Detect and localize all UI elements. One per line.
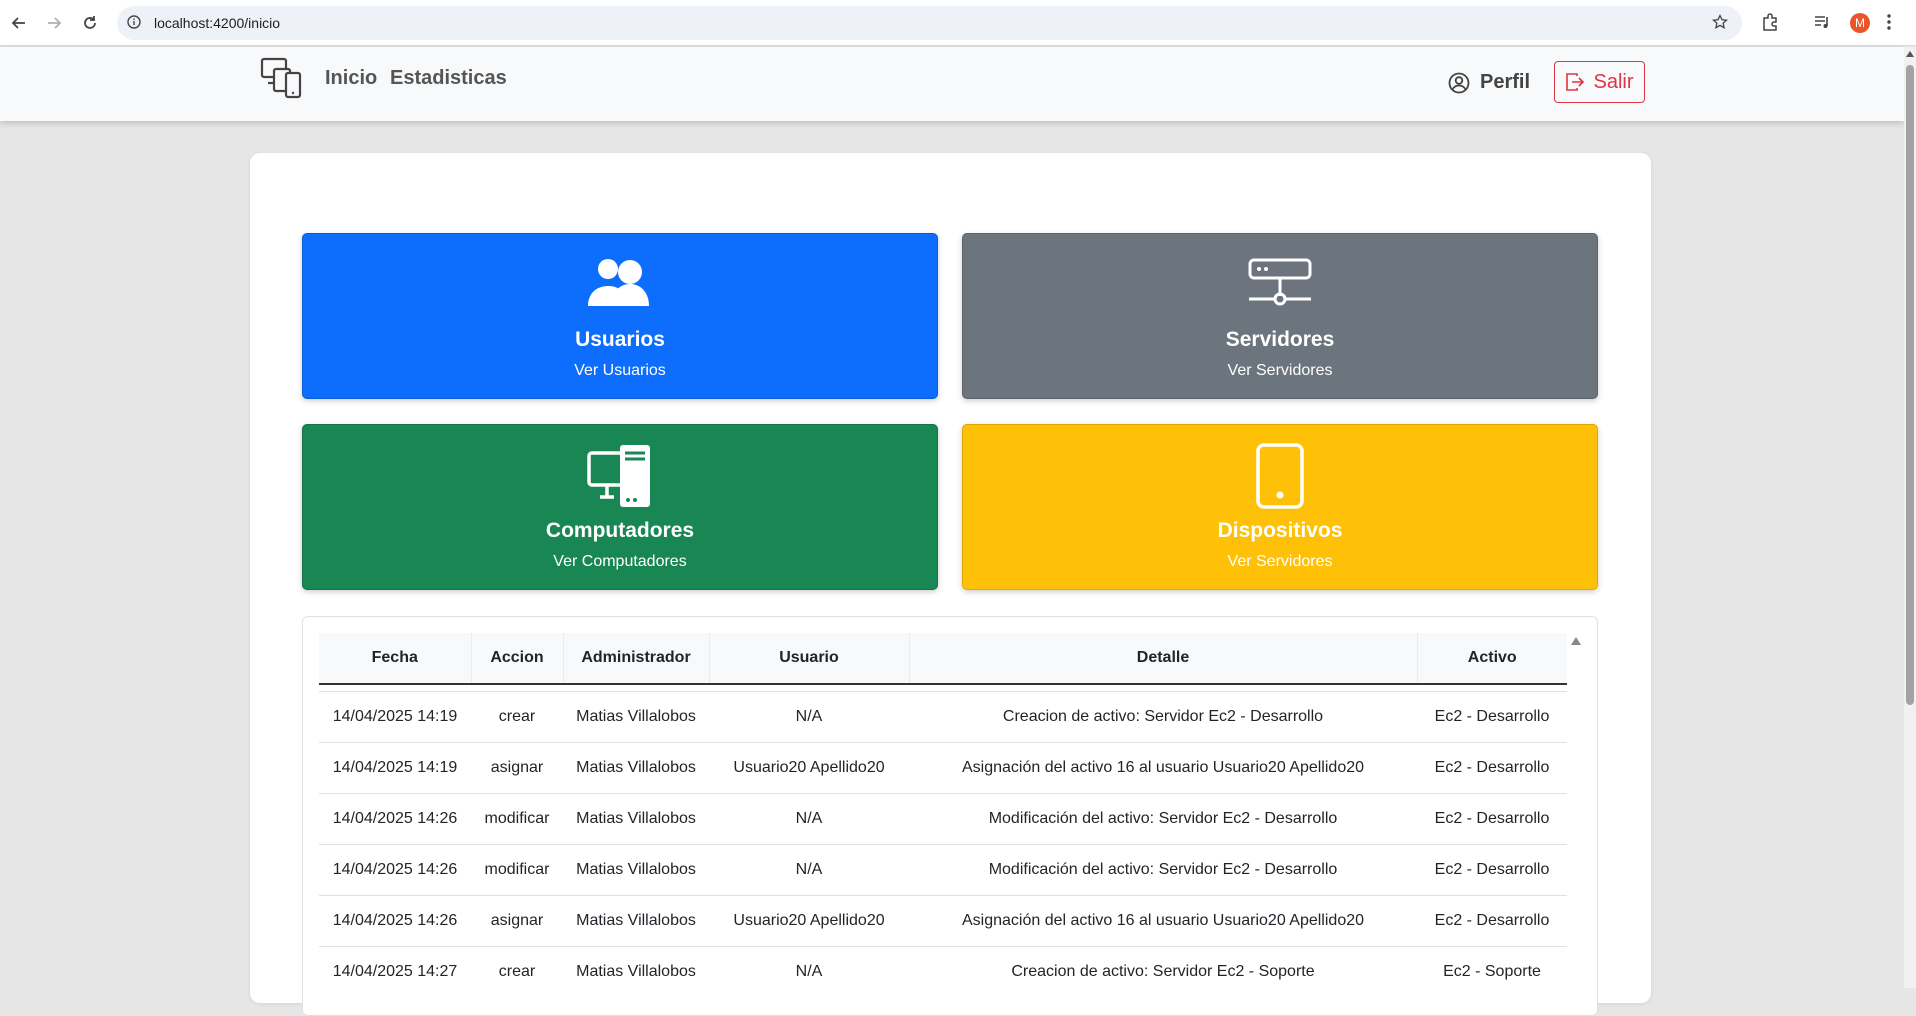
cell-detalle: Modificación del activo: Servidor Ec2 - …: [909, 844, 1417, 896]
nav-link-estadisticas[interactable]: Estadisticas: [390, 67, 507, 90]
column-header-detalle[interactable]: Detalle: [909, 633, 1418, 685]
cell-fecha: 14/04/2025 14:26: [319, 793, 471, 845]
tile-title: Servidores: [1225, 328, 1335, 351]
cell-administrador: Matias Villalobos: [563, 844, 709, 896]
cell-fecha: 14/04/2025 14:19: [319, 691, 471, 743]
table-row: 14/04/2025 14:26 modificar Matias Villal…: [319, 793, 1567, 845]
cell-activo: Ec2 - Desarrollo: [1417, 691, 1567, 743]
cell-detalle: Asignación del activo 16 al usuario Usua…: [909, 742, 1417, 794]
cell-detalle: Creacion de activo: Servidor Ec2 - Desar…: [909, 691, 1417, 743]
cell-fecha: 14/04/2025 14:27: [319, 946, 471, 997]
table-row: 14/04/2025 14:19 asignar Matias Villalob…: [319, 742, 1567, 794]
browser-menu-icon[interactable]: [1886, 12, 1892, 37]
media-controls-icon[interactable]: [1812, 12, 1832, 37]
cell-activo: Ec2 - Desarrollo: [1417, 844, 1567, 896]
nav-link-inicio[interactable]: Inicio: [325, 67, 377, 90]
column-header-administrador[interactable]: Administrador: [563, 633, 710, 685]
cell-usuario: N/A: [709, 946, 909, 997]
site-info-icon[interactable]: [127, 15, 141, 34]
column-header-accion[interactable]: Accion: [471, 633, 564, 685]
tile-title: Computadores: [545, 519, 695, 542]
app-navbar: Inicio Estadisticas Perfil Salir: [0, 47, 1904, 121]
activity-table: Fecha Accion Administrador Usuario Detal…: [319, 633, 1567, 997]
cell-usuario: N/A: [709, 691, 909, 743]
cell-detalle: Asignación del activo 16 al usuario Usua…: [909, 895, 1417, 947]
scroll-up-arrow-icon[interactable]: [1906, 51, 1914, 57]
cell-accion: crear: [471, 946, 563, 997]
cell-detalle: Modificación del activo: Servidor Ec2 - …: [909, 793, 1417, 845]
salir-label: Salir: [1593, 70, 1634, 93]
tile-dispositivos[interactable]: Dispositivos Ver Servidores: [962, 424, 1598, 590]
tile-computadores[interactable]: Computadores Ver Computadores: [302, 424, 938, 590]
forward-icon[interactable]: [43, 12, 65, 34]
cell-fecha: 14/04/2025 14:26: [319, 844, 471, 896]
cell-administrador: Matias Villalobos: [563, 895, 709, 947]
profile-avatar[interactable]: M: [1850, 13, 1870, 33]
table-row: 14/04/2025 14:27 crear Matias Villalobos…: [319, 946, 1567, 997]
activity-table-panel[interactable]: Fecha Accion Administrador Usuario Detal…: [302, 616, 1598, 1016]
cell-administrador: Matias Villalobos: [563, 946, 709, 997]
column-header-fecha[interactable]: Fecha: [319, 633, 472, 685]
cell-activo: Ec2 - Desarrollo: [1417, 793, 1567, 845]
devices-logo-icon[interactable]: [260, 57, 304, 104]
salir-button[interactable]: Salir: [1554, 61, 1645, 103]
scrollbar-thumb[interactable]: [1906, 65, 1914, 705]
cell-activo: Ec2 - Desarrollo: [1417, 742, 1567, 794]
cell-accion: asignar: [471, 742, 563, 794]
tile-usuarios[interactable]: Usuarios Ver Usuarios: [302, 233, 938, 399]
cell-usuario: N/A: [709, 844, 909, 896]
cell-detalle: Creacion de activo: Servidor Ec2 - Sopor…: [909, 946, 1417, 997]
tile-subtitle: Ver Computadores: [553, 553, 687, 570]
cell-accion: modificar: [471, 844, 563, 896]
table-row: 14/04/2025 14:26 asignar Matias Villalob…: [319, 895, 1567, 947]
perfil-label: Perfil: [1480, 71, 1531, 93]
cell-administrador: Matias Villalobos: [563, 691, 709, 743]
cell-administrador: Matias Villalobos: [563, 742, 709, 794]
browser-toolbar: localhost:4200/inicio M: [0, 0, 1916, 46]
extensions-icon[interactable]: [1760, 12, 1780, 37]
tile-subtitle: Ver Servidores: [1227, 362, 1333, 379]
tablet-icon: [1256, 443, 1304, 509]
user-circle-icon: [1448, 72, 1470, 93]
computer-icon: [587, 445, 650, 507]
reload-icon[interactable]: [79, 12, 101, 34]
cell-activo: Ec2 - Soporte: [1417, 946, 1567, 997]
cell-activo: Ec2 - Desarrollo: [1417, 895, 1567, 947]
cell-accion: asignar: [471, 895, 563, 947]
perfil-link[interactable]: Perfil: [1448, 71, 1530, 94]
column-header-usuario[interactable]: Usuario: [709, 633, 910, 685]
table-row: 14/04/2025 14:26 modificar Matias Villal…: [319, 844, 1567, 896]
table-row: 14/04/2025 14:19 crear Matias Villalobos…: [319, 691, 1567, 743]
cell-usuario: N/A: [709, 793, 909, 845]
url-text: localhost:4200/inicio: [154, 15, 281, 31]
back-icon[interactable]: [8, 12, 30, 34]
cell-fecha: 14/04/2025 14:26: [319, 895, 471, 947]
server-icon: [1248, 258, 1312, 306]
page-scrollbar[interactable]: [1904, 47, 1916, 988]
table-header-row: Fecha Accion Administrador Usuario Detal…: [319, 633, 1567, 685]
cell-fecha: 14/04/2025 14:19: [319, 742, 471, 794]
logout-icon: [1566, 73, 1585, 91]
cell-accion: crear: [471, 691, 563, 743]
tile-title: Usuarios: [575, 328, 665, 351]
tile-subtitle: Ver Usuarios: [574, 362, 666, 379]
cell-usuario: Usuario20 Apellido20: [709, 895, 909, 947]
tile-subtitle: Ver Servidores: [1227, 553, 1333, 570]
users-icon: [588, 259, 649, 306]
column-header-activo[interactable]: Activo: [1417, 633, 1567, 685]
tile-title: Dispositivos: [1217, 519, 1343, 542]
cell-administrador: Matias Villalobos: [563, 793, 709, 845]
tile-servidores[interactable]: Servidores Ver Servidores: [962, 233, 1598, 399]
bookmark-star-icon[interactable]: [1711, 13, 1729, 35]
table-scroll-up-icon[interactable]: [1571, 637, 1581, 645]
cell-accion: modificar: [471, 793, 563, 845]
cell-usuario: Usuario20 Apellido20: [709, 742, 909, 794]
address-bar[interactable]: localhost:4200/inicio: [117, 6, 1742, 40]
